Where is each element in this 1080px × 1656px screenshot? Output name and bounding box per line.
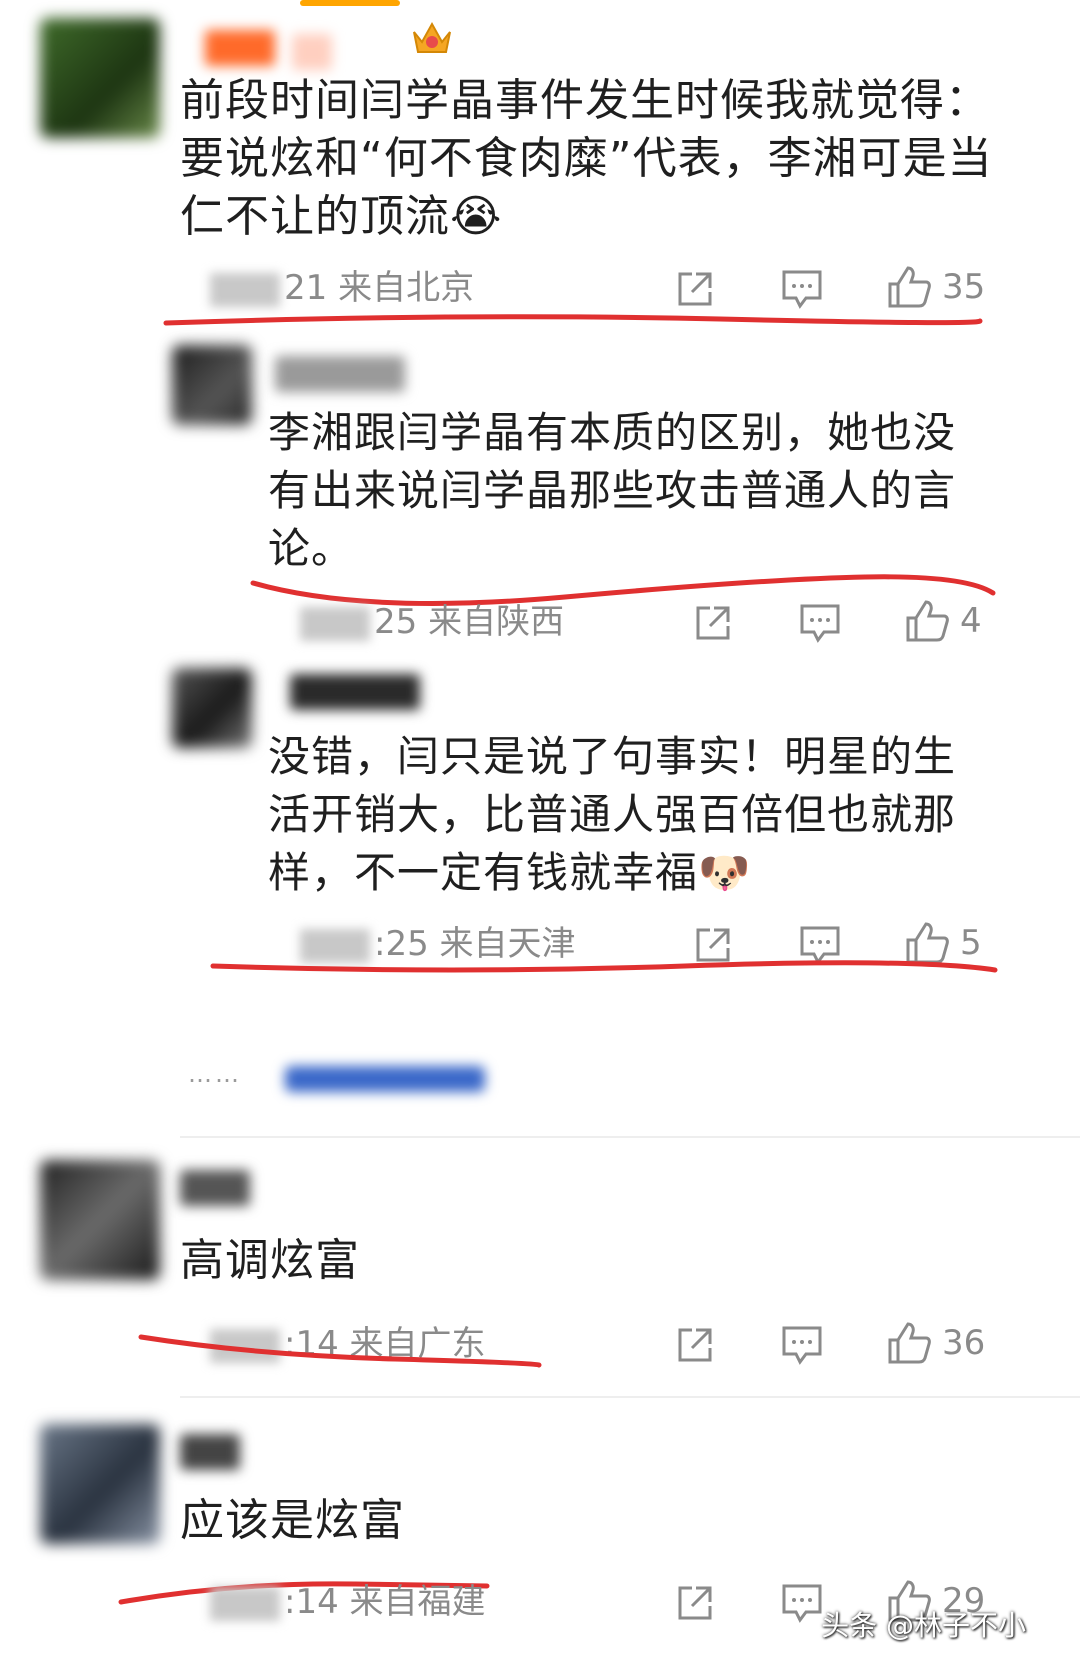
like-count: 35	[942, 267, 986, 307]
share-icon	[678, 272, 712, 306]
reply-button[interactable]	[780, 264, 824, 314]
avatar[interactable]	[40, 18, 160, 138]
reply-button[interactable]	[780, 1320, 824, 1370]
comment-icon	[782, 1326, 822, 1365]
comment-location: 来自北京	[338, 268, 475, 308]
username-blurred[interactable]	[180, 1434, 240, 1470]
comment-meta: 21 来自北京	[210, 266, 474, 310]
like-button[interactable]: 4	[904, 596, 982, 646]
comment-location: 来自福建	[349, 1582, 486, 1622]
like-count: 36	[942, 1323, 986, 1363]
reply-time: :25	[374, 924, 429, 964]
comment-text: 高调炫富	[180, 1235, 360, 1286]
reply-text: 李湘跟闫学晶有本质的区别，她也没有出来说闫学晶那些攻击普通人的言论。	[268, 408, 957, 573]
share-button[interactable]	[674, 1578, 716, 1628]
time-blurred	[210, 272, 280, 307]
username-blurred[interactable]	[290, 674, 420, 710]
crown-badge-icon	[410, 18, 454, 58]
thumbs-up-icon	[906, 922, 949, 964]
share-icon	[696, 606, 730, 640]
like-button[interactable]: 36	[886, 1318, 985, 1368]
reply-time: 25	[374, 602, 418, 642]
reply-button[interactable]	[780, 1578, 824, 1628]
comment-meta: :14 来自福建	[210, 1580, 486, 1624]
comment-icon	[782, 1584, 822, 1623]
share-icon	[678, 1328, 712, 1362]
divider	[180, 1136, 1080, 1138]
comment-time: :14	[284, 1582, 339, 1622]
like-button[interactable]: 35	[886, 262, 985, 312]
comment-text: 应该是炫富	[180, 1495, 405, 1546]
watermark: 头条 @林子不小	[821, 1609, 1026, 1642]
share-button[interactable]	[692, 920, 734, 970]
comment-icon	[782, 270, 822, 309]
thumbs-up-icon	[888, 266, 931, 308]
reply-location: 来自天津	[439, 924, 576, 964]
comment-icon	[800, 604, 840, 643]
username-blurred[interactable]	[205, 30, 275, 66]
more-replies-dots: ……	[188, 1060, 242, 1088]
comment-time: 21	[284, 268, 328, 308]
top-accent-bar	[300, 0, 400, 6]
username-blurred[interactable]	[275, 356, 405, 392]
comment-icon	[800, 926, 840, 965]
more-replies-link[interactable]	[285, 1066, 485, 1092]
share-button[interactable]	[674, 264, 716, 314]
reply-button[interactable]	[798, 598, 842, 648]
comment-text: 前段时间闫学晶事件发生时候我就觉得：要说炫和“何不食肉糜”代表，李湘可是当仁不让…	[180, 75, 993, 242]
username-blurred[interactable]	[292, 34, 332, 70]
thumbs-up-icon	[888, 1322, 931, 1364]
comment-location: 来自广东	[349, 1324, 486, 1364]
time-blurred	[210, 1328, 280, 1363]
share-icon	[678, 1586, 712, 1620]
reply-button[interactable]	[798, 920, 842, 970]
comment-meta: :14 来自广东	[210, 1322, 486, 1366]
avatar[interactable]	[172, 668, 252, 748]
like-count: 4	[960, 601, 982, 641]
comment-time: :14	[284, 1324, 339, 1364]
time-blurred	[300, 928, 370, 963]
like-count: 5	[960, 923, 982, 963]
avatar[interactable]	[40, 1160, 160, 1280]
thumbs-up-icon	[906, 600, 949, 642]
share-button[interactable]	[692, 598, 734, 648]
time-blurred	[300, 606, 370, 641]
username-blurred[interactable]	[180, 1170, 250, 1206]
reply-meta: 25 来自陕西	[300, 600, 564, 644]
time-blurred	[210, 1586, 280, 1621]
avatar[interactable]	[172, 345, 252, 425]
reply-meta: :25 来自天津	[300, 922, 576, 966]
divider	[180, 1396, 1080, 1398]
like-button[interactable]: 5	[904, 918, 982, 968]
share-icon	[696, 928, 730, 962]
avatar[interactable]	[40, 1424, 160, 1544]
reply-text: 没错，闫只是说了句事实！明星的生活开销大，比普通人强百倍但也就那样，不一定有钱就…	[268, 732, 957, 897]
reply-location: 来自陕西	[428, 602, 565, 642]
share-button[interactable]	[674, 1320, 716, 1370]
